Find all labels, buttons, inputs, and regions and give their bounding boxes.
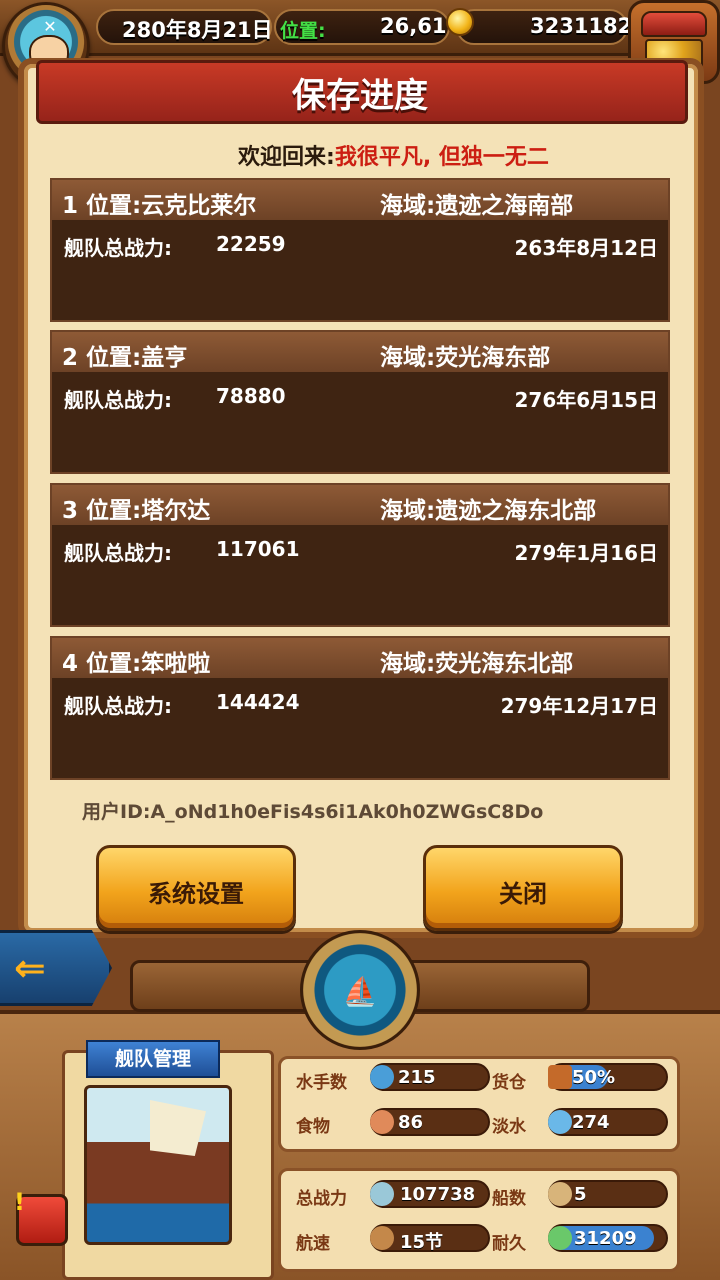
system-settings-label: 系统设置 — [148, 880, 244, 908]
slot-power-label: 舰队总战力: — [64, 541, 172, 565]
sailboat-icon — [370, 1226, 394, 1250]
slot-power-value: 78880 — [216, 384, 286, 408]
fleet-management-title[interactable]: 舰队管理 — [86, 1040, 220, 1078]
slot-date: 276年6月15日 — [514, 388, 659, 412]
slot-power-label: 舰队总战力: — [64, 388, 172, 412]
exclamation-icon: ! — [14, 1188, 25, 1216]
slot-location: 4 位置:笨啦啦 — [62, 651, 211, 677]
sailor-icon — [370, 1065, 394, 1089]
slot-date: 263年8月12日 — [514, 236, 659, 260]
chest-lid-icon — [641, 11, 707, 37]
water-jar-icon — [548, 1110, 572, 1134]
cargo-label: 货仓 — [492, 1073, 526, 1093]
slot-location: 2 位置:盖亨 — [62, 345, 188, 371]
durability-value: 31209 — [574, 1228, 637, 1249]
slot-power-value: 117061 — [216, 537, 300, 561]
slot-sea: 海域:荧光海东北部 — [380, 651, 574, 677]
slot-power-label: 舰队总战力: — [64, 236, 172, 260]
bandana-x-icon: ✕ — [43, 17, 57, 36]
save-slot-3[interactable]: 3 位置:塔尔达 海域:遗迹之海东北部 舰队总战力: 117061 279年1月… — [50, 483, 670, 627]
save-progress-screen: 280年8月21日 位置: 26,61 3231182 ✕ 保存进度 欢迎回来:… — [0, 0, 720, 1280]
position-label: 位置: — [280, 20, 326, 42]
food-value: 86 — [398, 1112, 424, 1133]
sailors-value: 215 — [398, 1067, 436, 1088]
slot-sea: 海域:遗迹之海南部 — [380, 193, 574, 219]
cargo-value: 50% — [572, 1067, 616, 1088]
welcome-label: 欢迎回来: — [238, 145, 335, 170]
top-status-bar: 280年8月21日 位置: 26,61 3231182 — [0, 0, 720, 56]
food-label: 食物 — [296, 1117, 330, 1137]
ship-count-value: 5 — [574, 1184, 587, 1205]
position-value: 26,61 — [380, 14, 447, 38]
save-slot-2[interactable]: 2 位置:盖亨 海域:荧光海东部 舰队总战力: 78880 276年6月15日 — [50, 330, 670, 474]
meat-icon — [370, 1110, 394, 1134]
welcome-line: 欢迎回来:我很平凡, 但独一无二 — [238, 139, 549, 171]
gold-coin-icon — [446, 8, 474, 36]
slot-sea: 海域:遗迹之海东北部 — [380, 498, 597, 524]
save-slot-4[interactable]: 4 位置:笨啦啦 海域:荧光海东北部 舰队总战力: 144424 279年12月… — [50, 636, 670, 780]
back-arrow-icon: ⇐ — [14, 946, 46, 990]
slot-date: 279年12月17日 — [500, 694, 658, 718]
close-label: 关闭 — [499, 880, 547, 908]
total-power-value: 107738 — [400, 1184, 476, 1205]
water-value: 274 — [572, 1112, 610, 1133]
skull-swords-icon — [370, 1182, 394, 1206]
crate-icon — [548, 1065, 572, 1089]
system-settings-button[interactable]: 系统设置 — [96, 845, 296, 931]
speed-label: 航速 — [296, 1234, 330, 1254]
user-id: 用户ID:A_oNd1h0eFis4s6i1Ak0h0ZWGsC8Do — [82, 801, 544, 823]
sailors-label: 水手数 — [296, 1073, 347, 1093]
close-button[interactable]: 关闭 — [423, 845, 623, 931]
ship-icon: ⛵ — [342, 975, 378, 1008]
ship-icon — [548, 1182, 572, 1206]
save-slot-1[interactable]: 1 位置:云克比莱尔 海域:遗迹之海南部 舰队总战力: 22259 263年8月… — [50, 178, 670, 322]
page-title: 保存进度 — [292, 76, 428, 116]
slot-power-label: 舰队总战力: — [64, 694, 172, 718]
speed-value: 15节 — [400, 1232, 444, 1253]
slot-location: 3 位置:塔尔达 — [62, 498, 211, 524]
player-name: 我很平凡, 但独一无二 — [334, 145, 549, 170]
durability-label: 耐久 — [492, 1234, 526, 1254]
gold-amount: 3231182 — [530, 14, 633, 38]
water-label: 淡水 — [492, 1117, 526, 1137]
ship-count-label: 船数 — [492, 1189, 526, 1209]
game-date: 280年8月21日 — [122, 18, 273, 42]
slot-sea: 海域:荧光海东部 — [380, 345, 551, 371]
slot-location: 1 位置:云克比莱尔 — [62, 193, 257, 219]
slot-power-value: 144424 — [216, 690, 300, 714]
total-power-label: 总战力 — [296, 1189, 347, 1209]
ship-repair-icon — [548, 1226, 572, 1250]
slot-date: 279年1月16日 — [514, 541, 659, 565]
slot-power-value: 22259 — [216, 232, 286, 256]
